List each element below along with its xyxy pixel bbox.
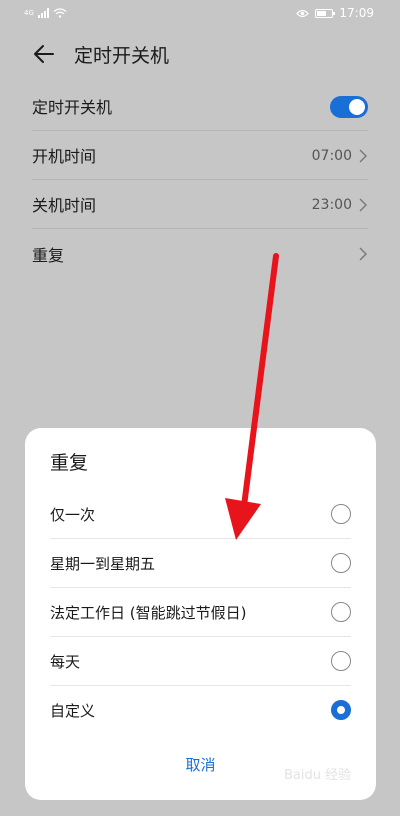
option-label: 自定义 — [50, 702, 96, 720]
setting-timed-power-toggle-row[interactable]: 定时开关机 — [32, 82, 368, 131]
row-right: 23:00 — [312, 180, 368, 229]
baidu-watermark: Baidu 经验 — [284, 768, 352, 783]
setting-label: 定时开关机 — [32, 98, 113, 117]
option-once[interactable]: 仅一次 — [50, 490, 351, 539]
option-everyday[interactable]: 每天 — [50, 637, 351, 686]
radio-custom[interactable] — [331, 700, 351, 720]
radio-once[interactable] — [331, 504, 351, 524]
status-left: 4G — [24, 8, 67, 18]
radio-everyday[interactable] — [331, 651, 351, 671]
option-label: 仅一次 — [50, 505, 96, 524]
settings-list: 定时开关机 开机时间 07:00 关机时间 23:00 重复 — [32, 82, 368, 278]
page-title: 定时开关机 — [74, 45, 170, 67]
setting-repeat-row[interactable]: 重复 — [32, 229, 368, 278]
chevron-right-icon — [359, 149, 367, 162]
option-workdays[interactable]: 法定工作日 (智能跳过节假日) — [50, 588, 351, 637]
status-time: 17:09 — [339, 6, 374, 20]
row-right: 07:00 — [312, 131, 368, 180]
row-right — [330, 82, 368, 131]
network-type: 4G — [24, 9, 34, 17]
row-right — [358, 229, 368, 278]
signal-icon — [37, 8, 49, 18]
timed-power-toggle[interactable] — [330, 95, 368, 118]
repeat-dialog: 重复 仅一次 星期一到星期五 法定工作日 (智能跳过节假日) 每天 自定义 取消 — [25, 428, 376, 800]
chevron-right-icon — [359, 247, 367, 260]
status-right: 17:09 — [296, 6, 374, 20]
setting-power-on-time-row[interactable]: 开机时间 07:00 — [32, 131, 368, 180]
dialog-title: 重复 — [50, 452, 89, 474]
option-custom[interactable]: 自定义 — [50, 686, 351, 735]
setting-label: 重复 — [32, 245, 65, 265]
radio-workdays[interactable] — [331, 602, 351, 622]
battery-icon — [315, 8, 336, 18]
wifi-icon — [53, 8, 67, 18]
setting-power-off-time-row[interactable]: 关机时间 23:00 — [32, 180, 368, 229]
setting-label: 关机时间 — [32, 196, 97, 215]
radio-weekdays[interactable] — [331, 553, 351, 573]
header: 定时开关机 — [0, 30, 400, 78]
toggle-knob — [349, 98, 365, 115]
power-off-time-value: 23:00 — [311, 196, 352, 213]
eye-icon — [296, 9, 310, 17]
repeat-options: 仅一次 星期一到星期五 法定工作日 (智能跳过节假日) 每天 自定义 — [50, 490, 351, 735]
status-bar: 4G 17:09 — [0, 0, 400, 26]
option-label: 每天 — [50, 652, 81, 671]
arrow-left-icon[interactable] — [32, 42, 56, 66]
option-label: 星期一到星期五 — [50, 554, 156, 573]
option-weekdays[interactable]: 星期一到星期五 — [50, 539, 351, 588]
chevron-right-icon — [359, 198, 367, 211]
setting-label: 开机时间 — [32, 147, 97, 166]
power-on-time-value: 07:00 — [311, 147, 352, 164]
option-label: 法定工作日 (智能跳过节假日) — [50, 603, 247, 622]
